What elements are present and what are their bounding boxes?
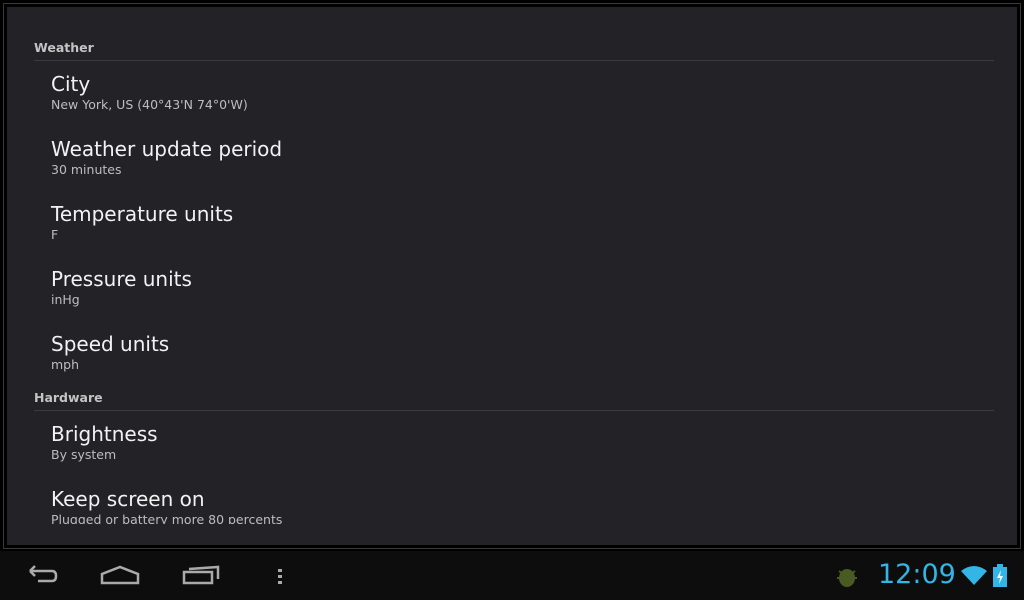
pref-title: Pressure units — [51, 267, 192, 291]
settings-list[interactable]: Weather City New York, US (40°43'N 74°0'W… — [7, 7, 1017, 524]
menu-icon[interactable] — [276, 563, 284, 587]
pref-summary: New York, US (40°43'N 74°0'W) — [51, 97, 248, 112]
category-hardware: Hardware — [34, 390, 994, 411]
recent-apps-icon[interactable] — [182, 563, 222, 587]
home-icon[interactable] — [100, 563, 140, 587]
pref-keep-screen-on[interactable]: Keep screen on Plugged or battery more 80… — [51, 487, 951, 524]
pref-title: City — [51, 72, 91, 96]
category-weather: Weather — [34, 40, 994, 61]
pref-pressure-units[interactable]: Pressure units inHg — [51, 267, 951, 309]
pref-summary: inHg — [51, 292, 80, 307]
settings-panel: Weather City New York, US (40°43'N 74°0'W… — [7, 7, 1017, 545]
pref-summary: F — [51, 227, 59, 242]
wifi-icon — [961, 566, 987, 585]
debug-icon — [837, 569, 857, 587]
dialog-frame: Weather City New York, US (40°43'N 74°0'W… — [3, 3, 1021, 549]
pref-weather-update-period[interactable]: Weather update period 30 minutes — [51, 137, 951, 179]
pref-summary: 30 minutes — [51, 162, 122, 177]
pref-summary: By system — [51, 447, 117, 462]
pref-title: Speed units — [51, 332, 170, 356]
clock: 12:09 — [878, 559, 956, 590]
navigation-bar: 12:09 — [0, 551, 1024, 600]
pref-title: Temperature units — [51, 202, 234, 226]
pref-summary: Plugged or battery more 80 percents — [51, 512, 283, 524]
pref-temperature-units[interactable]: Temperature units F — [51, 202, 951, 244]
battery-charging-icon — [993, 564, 1007, 587]
pref-summary: mph — [51, 357, 80, 372]
pref-speed-units[interactable]: Speed units mph — [51, 332, 951, 374]
pref-title: Keep screen on — [51, 487, 205, 511]
pref-city[interactable]: City New York, US (40°43'N 74°0'W) — [51, 72, 951, 114]
pref-title: Weather update period — [51, 137, 283, 161]
pref-brightness[interactable]: Brightness By system — [51, 422, 951, 464]
back-icon[interactable] — [22, 563, 58, 587]
pref-title: Brightness — [51, 422, 158, 446]
